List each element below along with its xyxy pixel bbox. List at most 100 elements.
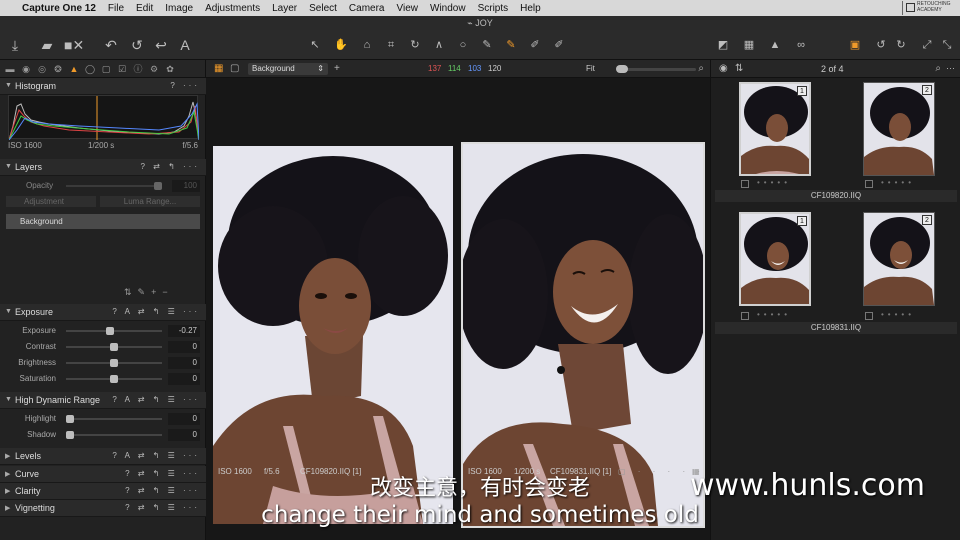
shadow-track[interactable] bbox=[66, 434, 162, 436]
undo-icon[interactable]: ↶ bbox=[102, 36, 120, 54]
highlight-track[interactable] bbox=[66, 418, 162, 420]
exposure-header[interactable]: ▼ Exposure ? A ⇄ ↰ ☰ ··· bbox=[0, 304, 206, 321]
highlight-value[interactable]: 0 bbox=[168, 413, 200, 425]
menu-view[interactable]: View bbox=[397, 3, 419, 14]
zoom-knob[interactable] bbox=[616, 65, 628, 73]
metadata-tab-icon[interactable]: ☑ bbox=[116, 63, 128, 75]
menu-file[interactable]: File bbox=[108, 3, 124, 14]
batch-tab-icon[interactable]: ✿ bbox=[164, 63, 176, 75]
local-adjustments-tab-icon[interactable]: ▢ bbox=[100, 63, 112, 75]
search-icon[interactable]: ⌕ bbox=[698, 63, 704, 74]
opacity-value[interactable]: 100 bbox=[172, 180, 200, 192]
levels-header[interactable]: ▶ Levels ? A ⇄ ↰ ☰ ··· bbox=[0, 448, 206, 465]
thumbnail-3-checkbox[interactable] bbox=[741, 312, 749, 320]
exposure-track[interactable] bbox=[66, 330, 162, 332]
menu-adjustments[interactable]: Adjustments bbox=[205, 3, 260, 14]
collapse-icon[interactable]: ▼ bbox=[5, 396, 12, 403]
brightness-value[interactable]: 0 bbox=[168, 357, 200, 369]
layer-select[interactable]: Background ⇕ bbox=[248, 63, 328, 75]
histogram-header[interactable]: ▼ Histogram ? ··· bbox=[0, 78, 206, 95]
menu-image[interactable]: Image bbox=[165, 3, 193, 14]
capture-tab-icon[interactable]: ◉ bbox=[20, 63, 32, 75]
expand-icon[interactable]: ▶ bbox=[5, 470, 10, 478]
contrast-knob[interactable] bbox=[110, 343, 118, 351]
layer-brush-icon[interactable]: ✎ bbox=[138, 287, 152, 297]
zoom-slider[interactable] bbox=[616, 68, 696, 71]
import-icon[interactable]: ⤓ bbox=[6, 36, 24, 54]
clarity-header[interactable]: ▶ Clarity ? ⇄ ↰ ☰ ··· bbox=[0, 483, 206, 500]
collapse-icon[interactable]: ▼ bbox=[5, 82, 12, 89]
library-tab-icon[interactable]: ▬ bbox=[4, 63, 16, 75]
thumbnail-3-rating[interactable]: ••••• bbox=[757, 310, 791, 319]
thumbnail-1-rating[interactable]: ••••• bbox=[757, 178, 791, 187]
zoom-fit-label[interactable]: Fit bbox=[586, 64, 595, 73]
picker-tool-icon[interactable]: ✎ bbox=[478, 36, 496, 54]
thumbnail-1-checkbox[interactable] bbox=[741, 180, 749, 188]
capture-icon[interactable]: ▰ bbox=[38, 36, 56, 54]
keystone-tool-icon[interactable]: ∧ bbox=[430, 36, 448, 54]
hdr-header[interactable]: ▼ High Dynamic Range ? A ⇄ ↰ ☰ ··· bbox=[0, 392, 206, 409]
thumbnail-4[interactable]: 2 bbox=[863, 212, 935, 306]
text-annotation-icon[interactable]: A bbox=[176, 36, 194, 54]
opacity-track[interactable] bbox=[66, 185, 162, 187]
opacity-knob[interactable] bbox=[154, 182, 162, 190]
menu-select[interactable]: Select bbox=[309, 3, 337, 14]
expand-icon[interactable]: ▶ bbox=[5, 452, 10, 460]
shadow-knob[interactable] bbox=[66, 431, 74, 439]
eye-icon[interactable]: ◉ bbox=[719, 63, 728, 74]
lens-tab-icon[interactable]: ◎ bbox=[36, 63, 48, 75]
menu-window[interactable]: Window bbox=[430, 3, 466, 14]
tool-actions[interactable]: ? ⇄ ↰ ··· bbox=[140, 162, 200, 171]
shadow-value[interactable]: 0 bbox=[168, 429, 200, 441]
remove-layer-icon[interactable]: − bbox=[162, 287, 173, 297]
info-tab-icon[interactable]: ⓘ bbox=[132, 63, 144, 75]
pan-tool-icon[interactable]: ✋ bbox=[332, 36, 350, 54]
tool-actions[interactable]: ? ⇄ ↰ ☰ ··· bbox=[125, 486, 200, 495]
saturation-knob[interactable] bbox=[110, 375, 118, 383]
rotate-tool-icon[interactable]: ↻ bbox=[406, 36, 424, 54]
add-layer-icon[interactable]: + bbox=[334, 63, 340, 74]
expand-icon[interactable]: ▶ bbox=[5, 487, 10, 495]
search-icon[interactable]: ⌕ bbox=[935, 63, 941, 74]
saturation-value[interactable]: 0 bbox=[168, 373, 200, 385]
rotate-left-icon[interactable]: ↺ bbox=[872, 36, 890, 54]
tool-actions[interactable]: ? ··· bbox=[170, 81, 200, 90]
color-tab-icon[interactable]: ❂ bbox=[52, 63, 64, 75]
more-icon[interactable]: ··· bbox=[946, 63, 955, 73]
collapse-icon[interactable]: ▼ bbox=[5, 308, 12, 315]
warning-icon[interactable]: ▲ bbox=[766, 36, 784, 54]
add-layer-icon[interactable]: + bbox=[151, 287, 162, 297]
gradient-tool-icon[interactable]: ✐ bbox=[526, 36, 544, 54]
adjustment-select[interactable]: Adjustment bbox=[6, 196, 96, 207]
menu-scripts[interactable]: Scripts bbox=[478, 3, 509, 14]
thumbnail-2[interactable]: 2 bbox=[863, 82, 935, 176]
copy-adjustments-icon[interactable]: ↩ bbox=[152, 36, 170, 54]
luma-range-button[interactable]: Luma Range... bbox=[100, 196, 200, 207]
single-view-icon[interactable]: ▢ bbox=[230, 63, 239, 74]
redo-back-icon[interactable]: ↺ bbox=[128, 36, 146, 54]
tool-actions[interactable]: ? ⇄ ↰ ☰ ··· bbox=[125, 469, 200, 478]
exposure-knob[interactable] bbox=[106, 327, 114, 335]
proof-glasses-icon[interactable]: ∞ bbox=[792, 36, 810, 54]
vignetting-header[interactable]: ▶ Vignetting ? ⇄ ↰ ☰ ··· bbox=[0, 500, 206, 517]
annotation-tool-icon[interactable]: ✐ bbox=[550, 36, 568, 54]
layer-sort-icon[interactable]: ⇅ bbox=[124, 287, 138, 297]
sort-icon[interactable]: ⇅ bbox=[735, 63, 743, 74]
menu-app-name[interactable]: Capture One 12 bbox=[22, 3, 96, 14]
full-screen-icon[interactable]: ⤡ bbox=[938, 36, 956, 54]
camera-disconnected-icon[interactable]: ■✕ bbox=[64, 36, 84, 54]
exposure-tab-icon[interactable]: ▲ bbox=[68, 63, 80, 75]
thumbnail-1[interactable]: 1 bbox=[739, 82, 811, 176]
multi-view-icon[interactable]: ▣ bbox=[846, 36, 864, 54]
rotate-right-icon[interactable]: ↻ bbox=[892, 36, 910, 54]
tool-actions[interactable]: ? A ⇄ ↰ ☰ ··· bbox=[112, 395, 200, 404]
thumbnail-3[interactable]: 1 bbox=[739, 212, 811, 306]
contrast-value[interactable]: 0 bbox=[168, 341, 200, 353]
layer-background-row[interactable]: Background bbox=[6, 214, 200, 229]
thumbnail-2-checkbox[interactable] bbox=[865, 180, 873, 188]
loupe-tool-icon[interactable]: ⌂ bbox=[358, 36, 376, 54]
curve-header[interactable]: ▶ Curve ? ⇄ ↰ ☰ ··· bbox=[0, 466, 206, 483]
menu-help[interactable]: Help bbox=[520, 3, 541, 14]
grid-icon[interactable]: ▦ bbox=[740, 36, 758, 54]
brightness-knob[interactable] bbox=[110, 359, 118, 367]
